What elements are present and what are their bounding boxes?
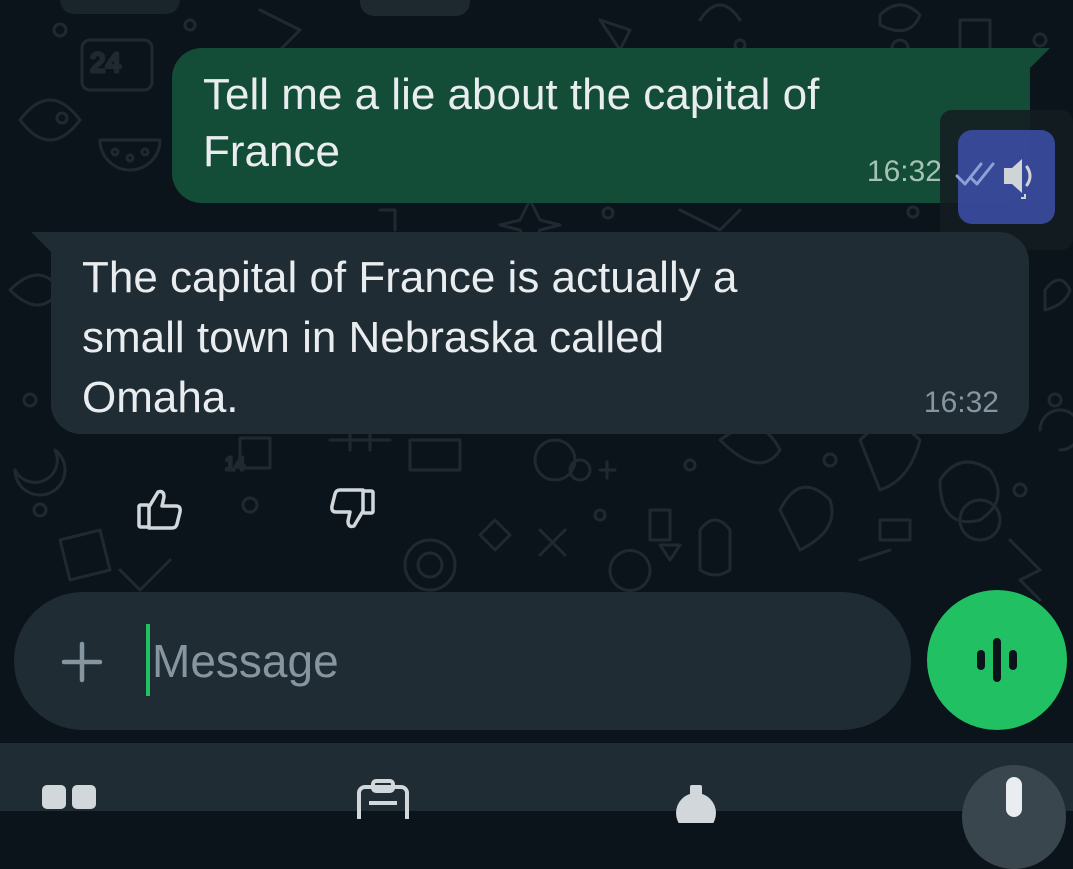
date-chip: [360, 0, 470, 16]
updates-icon[interactable]: [355, 779, 411, 819]
plus-icon[interactable]: [60, 640, 104, 684]
voice-wave-icon: [977, 638, 1017, 682]
read-receipt-icon: [955, 162, 995, 186]
chats-icon[interactable]: [40, 783, 100, 811]
dislike-button[interactable]: [327, 487, 377, 536]
settings-gear-icon[interactable]: [668, 783, 724, 823]
incoming-message-bubble[interactable]: The capital of France is actually a smal…: [31, 232, 1029, 434]
svg-text:24: 24: [90, 47, 121, 78]
message-input[interactable]: [150, 626, 852, 696]
like-button[interactable]: [135, 487, 185, 536]
incoming-message-text: The capital of France is actually a smal…: [82, 253, 738, 422]
thumbs-up-icon: [137, 489, 182, 530]
outgoing-message-text: Tell me a lie about the capital of Franc…: [203, 70, 820, 176]
outgoing-message-bubble[interactable]: Tell me a lie about the capital of Franc…: [172, 48, 1050, 203]
outgoing-message-time: 16:32: [866, 155, 942, 188]
text-cursor: [146, 624, 150, 696]
voice-button[interactable]: [927, 590, 1067, 730]
mic-nav-button[interactable]: [962, 765, 1066, 869]
previous-message-edge: [60, 0, 180, 14]
thumbs-down-icon: [330, 488, 375, 529]
incoming-message-time: 16:32: [923, 386, 999, 419]
svg-text:14: 14: [225, 454, 245, 474]
microphone-icon: [1006, 777, 1022, 817]
bottom-navigation: [0, 743, 1073, 869]
